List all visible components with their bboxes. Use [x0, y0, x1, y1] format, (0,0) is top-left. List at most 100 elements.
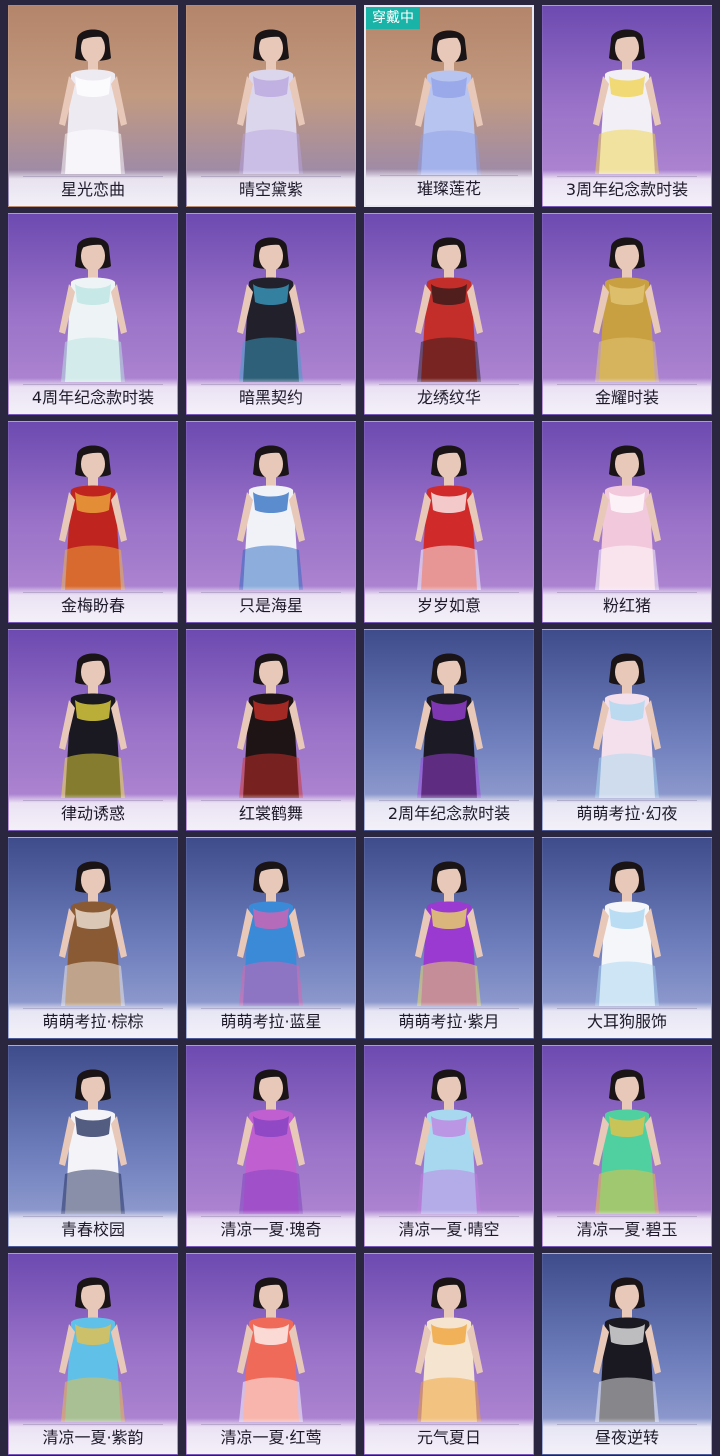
outfit-preview-image — [575, 1064, 679, 1216]
outfit-card[interactable]: 律动诱惑 — [8, 629, 178, 831]
outfit-preview-image — [575, 232, 679, 384]
outfit-preview-image — [219, 232, 323, 384]
outfit-card[interactable]: 星光恋曲 — [8, 5, 178, 207]
outfit-preview-image — [575, 856, 679, 1008]
outfit-preview-image — [219, 856, 323, 1008]
outfit-label-bar: 2周年纪念款时装 — [365, 794, 533, 830]
outfit-preview-image — [41, 440, 145, 592]
outfit-preview-image — [219, 24, 323, 176]
outfit-card[interactable]: 2周年纪念款时装 — [364, 629, 534, 831]
outfit-label-bar: 元气夏日 — [365, 1418, 533, 1454]
outfit-card[interactable]: 青春校园 — [8, 1045, 178, 1247]
outfit-preview-image — [41, 856, 145, 1008]
outfit-label-bar: 星光恋曲 — [9, 170, 177, 206]
outfit-name: 萌萌考拉·幻夜 — [576, 804, 678, 823]
outfit-card[interactable]: 清凉一夏·红莺 — [186, 1253, 356, 1455]
outfit-card[interactable]: 清凉一夏·碧玉 — [542, 1045, 712, 1247]
outfit-card[interactable]: 只是海星 — [186, 421, 356, 623]
outfit-card[interactable]: 金耀时装 — [542, 213, 712, 415]
outfit-label-bar: 萌萌考拉·棕棕 — [9, 1002, 177, 1038]
outfit-card[interactable]: 晴空黛紫 — [186, 5, 356, 207]
outfit-preview-image — [41, 648, 145, 800]
outfit-card[interactable]: 萌萌考拉·棕棕 — [8, 837, 178, 1039]
outfit-name: 清凉一夏·瑰奇 — [220, 1220, 322, 1239]
outfit-card[interactable]: 暗黑契约 — [186, 213, 356, 415]
outfit-card[interactable]: 萌萌考拉·紫月 — [364, 837, 534, 1039]
outfit-name: 星光恋曲 — [60, 180, 125, 199]
outfit-preview-image — [397, 856, 501, 1008]
outfit-name: 律动诱惑 — [60, 804, 125, 823]
outfit-label-bar: 龙绣纹华 — [365, 378, 533, 414]
outfit-card[interactable]: 金梅盼春 — [8, 421, 178, 623]
outfit-label-bar: 3周年纪念款时装 — [543, 170, 711, 206]
outfit-preview-image — [41, 24, 145, 176]
outfit-preview-image — [219, 1064, 323, 1216]
outfit-name: 岁岁如意 — [416, 596, 481, 615]
outfit-preview-image — [575, 24, 679, 176]
outfit-name: 晴空黛紫 — [238, 180, 303, 199]
outfit-label-bar: 暗黑契约 — [187, 378, 355, 414]
outfit-label-bar: 清凉一夏·瑰奇 — [187, 1210, 355, 1246]
outfit-preview-image — [575, 440, 679, 592]
outfit-preview-image — [219, 648, 323, 800]
outfit-preview-image — [575, 648, 679, 800]
outfit-preview-image — [41, 232, 145, 384]
outfit-card[interactable]: 岁岁如意 — [364, 421, 534, 623]
outfit-label-bar: 大耳狗服饰 — [543, 1002, 711, 1038]
outfit-label-bar: 萌萌考拉·幻夜 — [543, 794, 711, 830]
outfit-label-bar: 红裳鹤舞 — [187, 794, 355, 830]
outfit-card[interactable]: 萌萌考拉·幻夜 — [542, 629, 712, 831]
outfit-name: 萌萌考拉·蓝星 — [220, 1012, 322, 1031]
outfit-preview-image — [41, 1272, 145, 1424]
outfit-label-bar: 岁岁如意 — [365, 586, 533, 622]
outfit-label-bar: 金耀时装 — [543, 378, 711, 414]
outfit-name: 清凉一夏·红莺 — [220, 1428, 322, 1447]
outfit-label-bar: 粉红猪 — [543, 586, 711, 622]
outfit-card[interactable]: 粉红猪 — [542, 421, 712, 623]
outfit-name: 3周年纪念款时装 — [565, 180, 689, 199]
outfit-label-bar: 青春校园 — [9, 1210, 177, 1246]
outfit-label-bar: 金梅盼春 — [9, 586, 177, 622]
outfit-preview-image — [397, 25, 501, 177]
outfit-name: 2周年纪念款时装 — [387, 804, 511, 823]
outfit-name: 昼夜逆转 — [594, 1428, 659, 1447]
outfit-card[interactable]: 3周年纪念款时装 — [542, 5, 712, 207]
outfit-name: 青春校园 — [60, 1220, 125, 1239]
outfit-name: 萌萌考拉·紫月 — [398, 1012, 500, 1031]
outfit-name: 元气夏日 — [416, 1428, 481, 1447]
outfit-card[interactable]: 龙绣纹华 — [364, 213, 534, 415]
outfit-preview-image — [219, 1272, 323, 1424]
outfit-label-bar: 萌萌考拉·紫月 — [365, 1002, 533, 1038]
outfit-card[interactable]: 元气夏日 — [364, 1253, 534, 1455]
outfit-label-bar: 萌萌考拉·蓝星 — [187, 1002, 355, 1038]
outfit-card[interactable]: 穿戴中璀璨莲花 — [364, 5, 534, 207]
outfit-label-bar: 清凉一夏·碧玉 — [543, 1210, 711, 1246]
outfit-name: 金梅盼春 — [60, 596, 125, 615]
outfit-preview-image — [397, 232, 501, 384]
outfit-grid: 星光恋曲 晴空黛紫 穿戴中 璀璨莲花 3周年纪念款时装 4周年纪念款时装 暗黑契约 龙绣纹华金… — [0, 0, 720, 1456]
outfit-label-bar: 璀璨莲花 — [366, 169, 532, 205]
outfit-name: 璀璨莲花 — [416, 179, 481, 198]
outfit-name: 清凉一夏·碧玉 — [576, 1220, 678, 1239]
outfit-name: 清凉一夏·晴空 — [398, 1220, 500, 1239]
outfit-label-bar: 晴空黛紫 — [187, 170, 355, 206]
outfit-card[interactable]: 萌萌考拉·蓝星 — [186, 837, 356, 1039]
outfit-preview-image — [41, 1064, 145, 1216]
outfit-name: 龙绣纹华 — [416, 388, 481, 407]
outfit-label-bar: 昼夜逆转 — [543, 1418, 711, 1454]
outfit-name: 清凉一夏·紫韵 — [42, 1428, 144, 1447]
outfit-card[interactable]: 大耳狗服饰 — [542, 837, 712, 1039]
outfit-name: 红裳鹤舞 — [238, 804, 303, 823]
wearing-badge: 穿戴中 — [366, 7, 420, 29]
outfit-label-bar: 清凉一夏·紫韵 — [9, 1418, 177, 1454]
outfit-preview-image — [397, 1272, 501, 1424]
outfit-card[interactable]: 清凉一夏·紫韵 — [8, 1253, 178, 1455]
outfit-card[interactable]: 清凉一夏·晴空 — [364, 1045, 534, 1247]
outfit-name: 4周年纪念款时装 — [31, 388, 155, 407]
outfit-card[interactable]: 红裳鹤舞 — [186, 629, 356, 831]
outfit-label-bar: 清凉一夏·晴空 — [365, 1210, 533, 1246]
outfit-card[interactable]: 清凉一夏·瑰奇 — [186, 1045, 356, 1247]
outfit-card[interactable]: 4周年纪念款时装 — [8, 213, 178, 415]
outfit-name: 大耳狗服饰 — [586, 1012, 667, 1031]
outfit-card[interactable]: 昼夜逆转 — [542, 1253, 712, 1455]
